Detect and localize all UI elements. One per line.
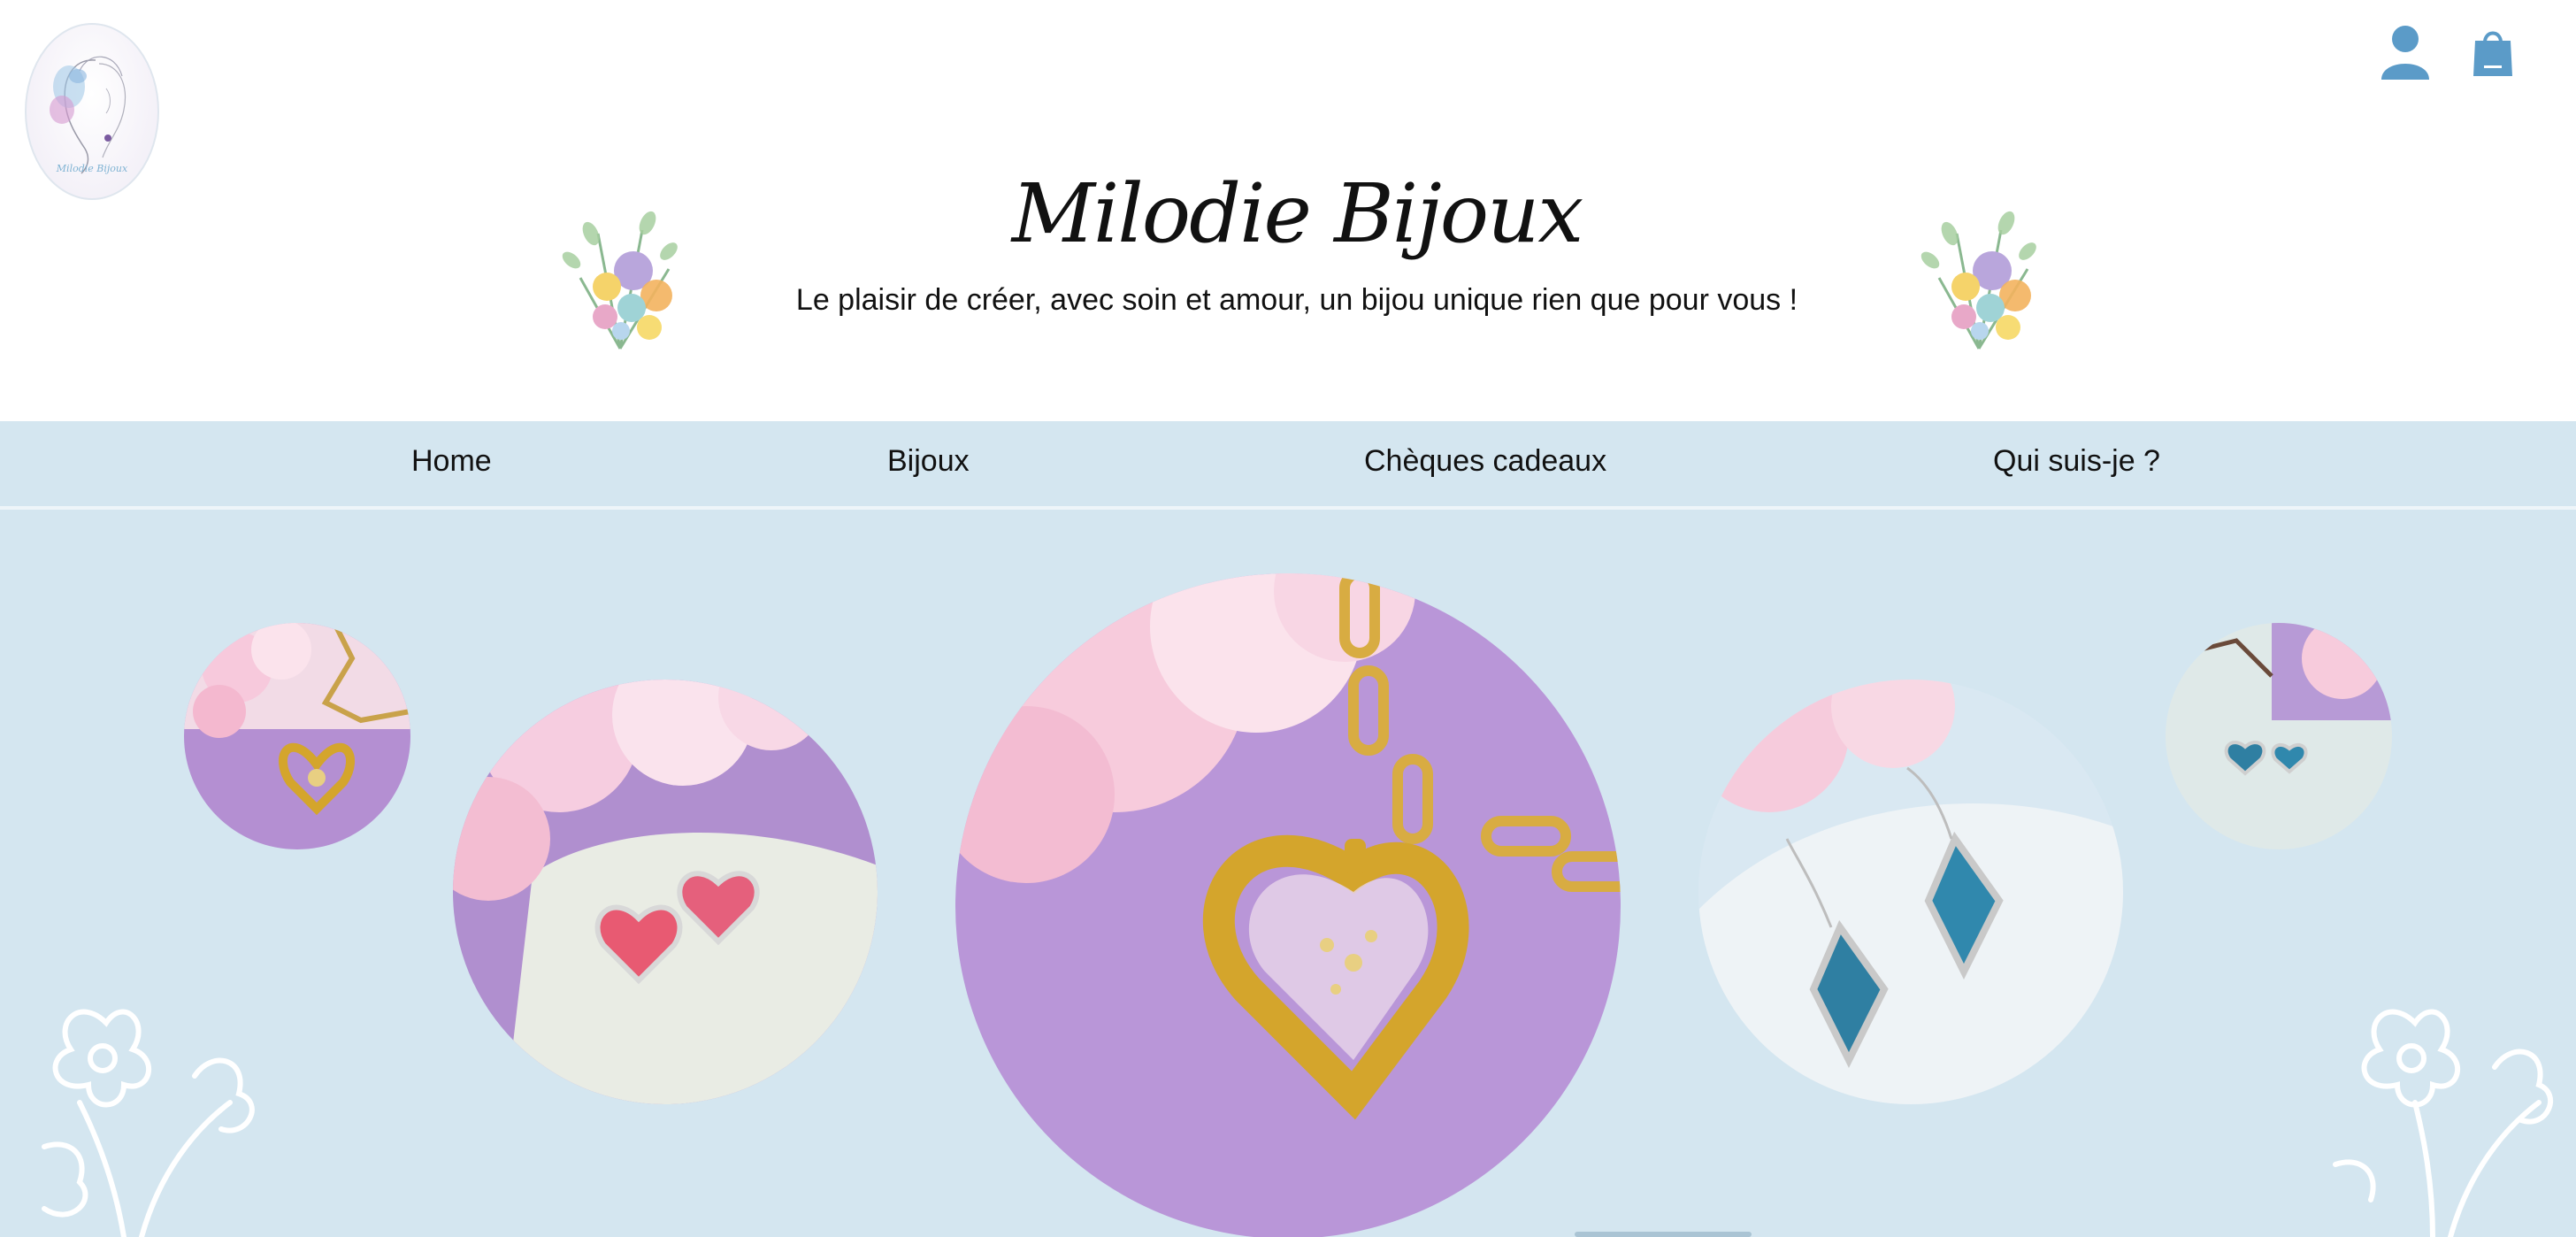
site-header: Milodie Bijoux Milodie Bijoux Le plaisir… <box>0 0 2576 419</box>
main-navigation: Home Bijoux Chèques cadeaux Qui suis-je … <box>0 421 2576 510</box>
carousel-indicator[interactable] <box>1575 1232 1752 1237</box>
floral-decoration-icon <box>18 970 283 1237</box>
logo-text: Milodie Bijoux <box>56 163 128 174</box>
floral-decoration-icon <box>2300 970 2565 1237</box>
flower-bouquet-icon <box>1895 198 2063 366</box>
nav-item-bijoux[interactable]: Bijoux <box>887 444 970 479</box>
gallery-item-blue-diamond-earrings[interactable] <box>1698 680 2123 1104</box>
gallery-item-pink-heart-earrings[interactable] <box>453 680 878 1104</box>
jewelry-gallery <box>0 510 2576 1237</box>
tagline: Le plaisir de créer, avec soin et amour,… <box>795 283 1798 317</box>
site-title[interactable]: Milodie Bijoux <box>846 173 1748 255</box>
brand-logo[interactable]: Milodie Bijoux <box>25 23 159 200</box>
gallery-item-blue-heart-studs-small[interactable] <box>2166 623 2392 849</box>
flower-bouquet-icon <box>536 198 704 366</box>
user-icon[interactable] <box>2380 25 2431 80</box>
gallery-item-gold-heart-necklace-large[interactable] <box>955 573 1621 1237</box>
nav-item-qui-suis-je[interactable]: Qui suis-je ? <box>1993 444 2160 479</box>
shopping-bag-icon[interactable] <box>2472 27 2514 78</box>
gallery-item-gold-heart-necklace-small[interactable] <box>184 623 410 849</box>
nav-item-cheques-cadeaux[interactable]: Chèques cadeaux <box>1364 444 1606 479</box>
nav-item-home[interactable]: Home <box>411 444 492 479</box>
